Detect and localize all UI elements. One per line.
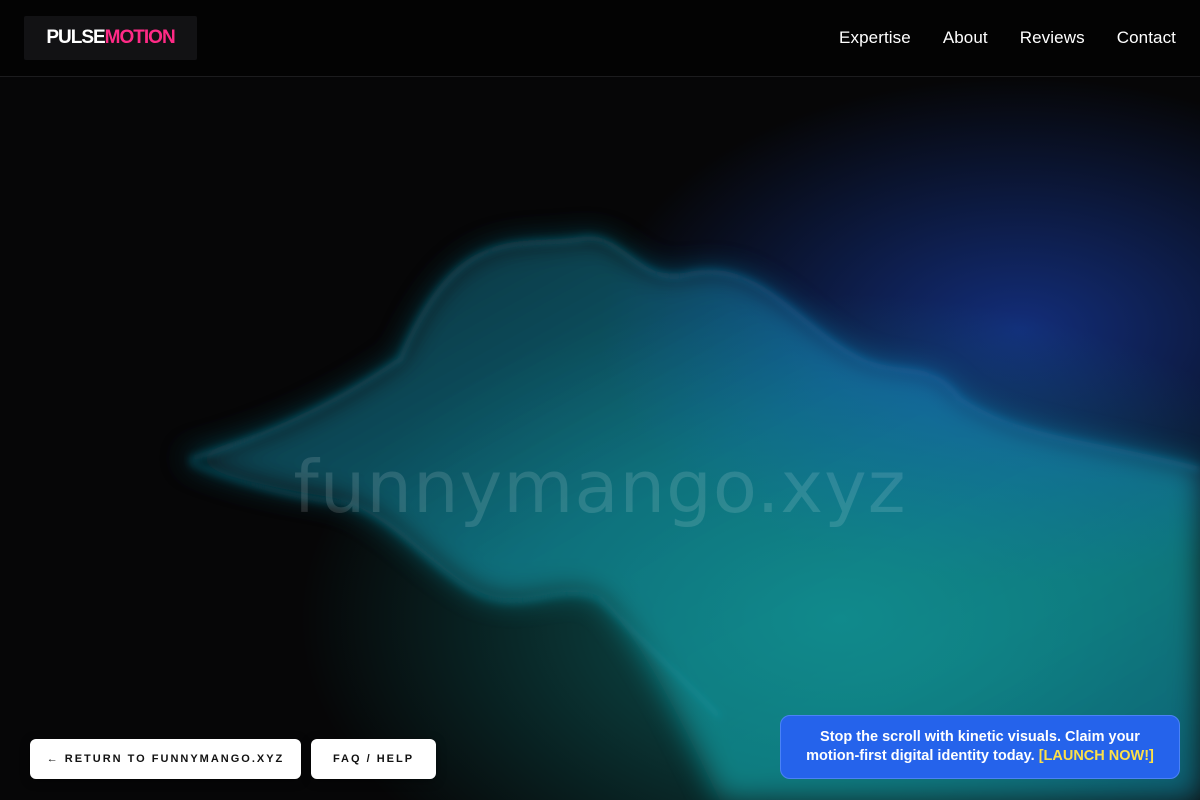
faq-help-button[interactable]: FAQ / HELP	[311, 739, 436, 779]
site-logo[interactable]: PULSE MOTION	[24, 16, 197, 60]
launch-now-link[interactable]: [LAUNCH NOW!]	[1039, 748, 1154, 764]
return-to-domain-button[interactable]: ← RETURN TO FUNNYMANGO.XYZ	[30, 739, 301, 779]
hero-background-wave	[0, 77, 1200, 800]
main-nav: Expertise About Reviews Contact	[839, 0, 1176, 76]
site-header: PULSE MOTION Expertise About Reviews Cont…	[0, 0, 1200, 77]
nav-link-reviews[interactable]: Reviews	[1020, 28, 1085, 48]
logo-part-motion: MOTION	[104, 27, 176, 48]
domain-heading: funnymango.xyz	[293, 445, 907, 529]
promo-banner[interactable]: Stop the scroll with kinetic visuals. Cl…	[780, 715, 1180, 779]
hero-section: funnymango.xyz	[0, 77, 1200, 800]
nav-link-about[interactable]: About	[943, 28, 988, 48]
nav-link-contact[interactable]: Contact	[1117, 28, 1176, 48]
logo-part-pulse: PULSE	[46, 27, 105, 48]
nav-link-expertise[interactable]: Expertise	[839, 28, 911, 48]
promo-text-block: Stop the scroll with kinetic visuals. Cl…	[801, 728, 1159, 766]
